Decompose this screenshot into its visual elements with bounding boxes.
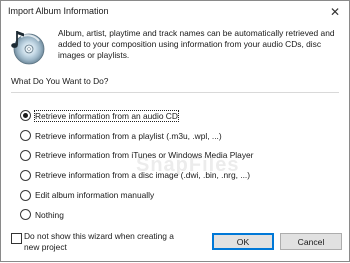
close-button[interactable]: ✕	[321, 1, 349, 23]
radio-selected-dot	[23, 113, 28, 119]
cd-with-music-note-icon	[11, 31, 45, 65]
cancel-button[interactable]: Cancel	[280, 233, 342, 250]
radio-option-label[interactable]: Retrieve information from an audio CD	[34, 109, 179, 122]
radio-option[interactable]: Edit album information manually	[20, 185, 340, 205]
radio-button[interactable]	[20, 110, 31, 122]
intro-description: Album, artist, playtime and track names …	[58, 28, 335, 61]
radio-option-label[interactable]: Retrieve information from a playlist (.m…	[35, 131, 222, 141]
radio-button[interactable]	[20, 149, 31, 161]
radio-option[interactable]: Retrieve information from an audio CD	[20, 106, 340, 126]
radio-button[interactable]	[20, 130, 31, 142]
watermark: SnapFiles	[136, 154, 240, 176]
radio-option-label[interactable]: Edit album information manually	[35, 190, 154, 200]
radio-button[interactable]	[20, 189, 31, 201]
radio-option[interactable]: Nothing	[20, 205, 340, 225]
radio-button[interactable]	[20, 169, 31, 181]
divider	[11, 92, 339, 93]
radio-button[interactable]	[20, 209, 31, 221]
ok-button[interactable]: OK	[212, 233, 274, 250]
close-icon: ✕	[329, 5, 341, 19]
dialog-footer: Do not show this wizard when creating a …	[1, 223, 349, 263]
radio-option-label[interactable]: Nothing	[35, 210, 64, 220]
section-heading: What Do You Want to Do?	[11, 76, 109, 86]
dont-show-again-checkbox[interactable]	[11, 233, 22, 244]
import-album-dialog: Import Album Information ✕ Album, artist…	[0, 0, 350, 262]
title-bar: Import Album Information ✕	[1, 1, 349, 23]
window-title: Import Album Information	[8, 6, 109, 16]
dont-show-again-label[interactable]: Do not show this wizard when creating a …	[24, 231, 189, 252]
radio-option[interactable]: Retrieve information from a playlist (.m…	[20, 126, 340, 146]
